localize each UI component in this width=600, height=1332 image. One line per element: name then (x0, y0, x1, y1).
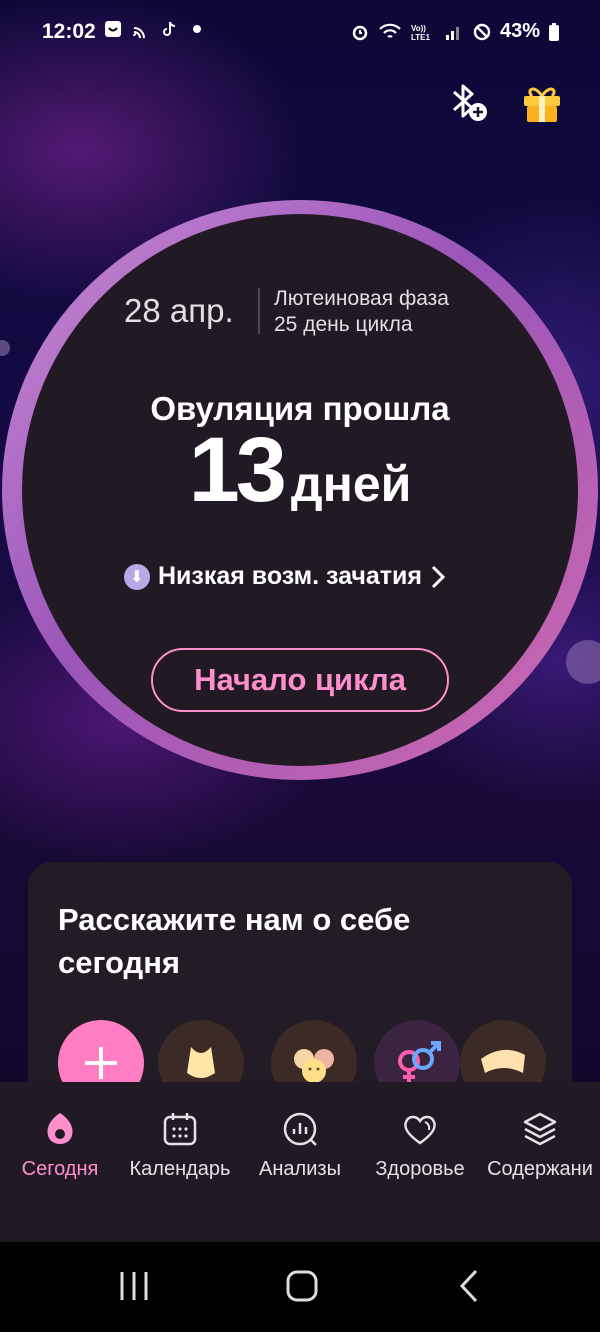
alarm-icon (352, 25, 368, 40)
nav-label-health: Здоровье (375, 1158, 465, 1180)
signal-icon (445, 26, 459, 40)
sleep-symptom-button[interactable] (460, 1020, 546, 1082)
phase-info: Лютеиновая фаза 25 день цикла (274, 286, 449, 338)
nav-today[interactable]: Сегодня (0, 1082, 120, 1202)
nav-label-calendar: Календарь (129, 1158, 231, 1180)
status-time: 12:02 (42, 20, 96, 43)
nav-calendar[interactable]: Календарь (120, 1082, 240, 1202)
plus-icon (85, 1047, 117, 1079)
layers-icon (523, 1112, 557, 1146)
decor-dot (0, 340, 10, 356)
chart-icon (283, 1112, 317, 1146)
dnd-icon (473, 23, 491, 40)
add-log-button[interactable] (58, 1020, 144, 1082)
status-bar: 12:02 Vo)) LTE1 43% (0, 0, 600, 64)
current-date: 28 апр. (124, 292, 234, 329)
period-start-button[interactable]: Начало цикла (151, 648, 449, 712)
nav-label-content: Содержани (487, 1158, 593, 1180)
dot-icon (193, 25, 201, 33)
app-screen: 12:02 Vo)) LTE1 43% 28 апр. Лютеиновая ф… (0, 0, 600, 1332)
home-icon[interactable] (282, 1266, 322, 1306)
svg-text:LTE1: LTE1 (411, 33, 431, 42)
battery-percent: 43% (499, 20, 540, 42)
calendar-icon (163, 1113, 197, 1146)
arrow-down-icon: ⬇ (124, 563, 150, 590)
days-unit: дней (290, 456, 412, 512)
header-actions (446, 80, 564, 124)
body-icon (187, 1047, 215, 1078)
drop-icon (47, 1113, 73, 1144)
svg-text:Vo)): Vo)) (411, 24, 426, 33)
nav-label-analysis: Анализы (259, 1158, 341, 1180)
recent-apps-icon[interactable] (114, 1266, 154, 1306)
mood-faces-icon (294, 1049, 334, 1082)
nav-health[interactable]: Здоровье (360, 1082, 480, 1202)
sex-symptom-button[interactable] (374, 1020, 460, 1082)
notification-icons (104, 20, 206, 38)
back-icon[interactable] (450, 1266, 490, 1306)
heart-icon (404, 1115, 436, 1145)
gift-icon[interactable] (520, 80, 564, 124)
days-count: 13 дней (0, 418, 600, 523)
wifi-icon (379, 23, 401, 38)
nav-content[interactable]: Содержани (480, 1082, 600, 1202)
days-number: 13 (188, 419, 287, 521)
conception-chance-link[interactable]: ⬇ Низкая возм. зачатия (124, 562, 446, 591)
bluetooth-add-icon[interactable] (446, 80, 490, 124)
cycle-day: 25 день цикла (274, 313, 413, 336)
nav-analysis[interactable]: Анализы (240, 1082, 360, 1202)
gender-symbols-icon (398, 1041, 441, 1082)
decor-dot (566, 640, 600, 684)
chevron-right-icon (431, 565, 446, 588)
battery-icon (549, 22, 559, 41)
bottom-navigation: Сегодня Календарь Анализы Здоровье Содер… (0, 1082, 600, 1242)
nav-label-today: Сегодня (21, 1158, 99, 1180)
phase-name: Лютеиновая фаза (274, 287, 449, 310)
tiktok-icon (163, 21, 176, 36)
system-status: Vo)) LTE1 43% (350, 20, 560, 43)
body-symptom-button[interactable] (158, 1020, 244, 1082)
daily-log-title: Расскажите нам о себе сегодня (58, 902, 411, 980)
system-navigation-bar (0, 1242, 600, 1332)
smile-app-icon (105, 21, 121, 37)
mood-symptom-button[interactable] (271, 1020, 357, 1082)
divider (258, 288, 260, 334)
conception-chance-label: Низкая возм. зачатия (158, 562, 422, 590)
arm-icon (481, 1049, 525, 1073)
cast-icon (133, 27, 145, 38)
volte-icon: Vo))LTE1 (411, 24, 431, 42)
symptom-list (58, 1020, 558, 1082)
